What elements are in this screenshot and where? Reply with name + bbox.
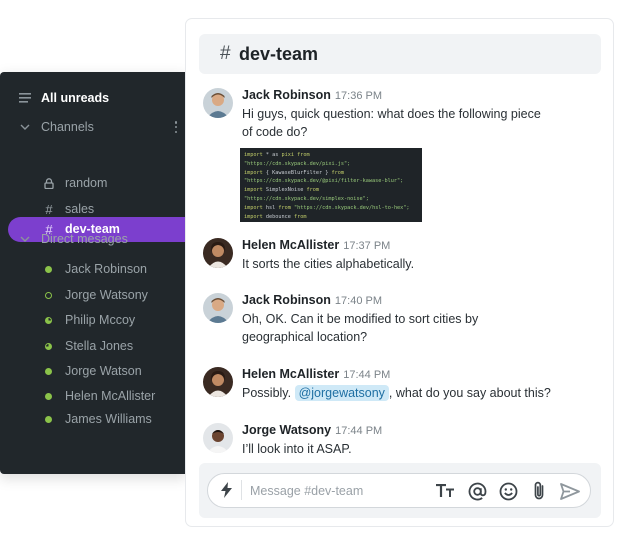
list-icon — [18, 91, 32, 105]
code-line: import hsl from "https://cdn.skypack.dev… — [244, 204, 410, 211]
message-input[interactable] — [250, 480, 430, 501]
direct-messages-section-header[interactable]: Direct mesages — [0, 227, 186, 251]
all-unreads-label: All unreads — [41, 91, 110, 105]
dm-label: Helen McAllister — [65, 389, 156, 403]
online-status-icon — [45, 367, 52, 375]
channel-label: sales — [65, 202, 95, 216]
dm-label: James Williams — [65, 412, 152, 426]
avatar[interactable] — [203, 88, 233, 118]
online-status-icon — [45, 415, 52, 423]
message-author[interactable]: Jorge Watsony 17:44 PM — [242, 423, 382, 437]
more-options-icon[interactable] — [174, 121, 178, 133]
code-line: "https://cdn.skypack.dev/@pixi/filter-ka… — [244, 178, 404, 185]
sidebar: All unreads Channels # dev-team random #… — [0, 72, 186, 474]
composer-divider — [241, 480, 242, 500]
idle-status-icon — [45, 342, 52, 350]
chat-panel: # dev-team Jack Robinson 17:36 PM Hi guys… — [185, 18, 614, 527]
message-time: 17:44 PM — [343, 369, 391, 381]
channel-header: # dev-team — [199, 34, 601, 74]
sidebar-item-dm[interactable]: James Williams — [0, 407, 186, 431]
dm-label: Philip Mccoy — [65, 313, 136, 327]
sidebar-item-dm[interactable]: Jack Robinson — [0, 257, 186, 281]
busy-status-icon — [45, 316, 52, 324]
send-icon[interactable] — [559, 480, 581, 502]
sidebar-item-sales[interactable]: # sales — [0, 197, 186, 221]
user-mention[interactable]: @jorgewatsony — [294, 385, 389, 401]
message-author[interactable]: Helen McAllister 17:37 PM — [242, 238, 390, 252]
hash-icon: # — [45, 201, 53, 217]
message-composer-area — [199, 463, 601, 518]
code-line: import { KawaseBlurFilter } from — [244, 169, 344, 176]
message-time: 17:36 PM — [334, 90, 383, 102]
message-author[interactable]: Helen McAllister 17:44 PM — [242, 367, 390, 381]
sidebar-item-random[interactable]: random — [0, 171, 186, 195]
online-status-icon — [45, 265, 52, 273]
message-text: I’ll look into it ASAP. — [242, 442, 352, 456]
code-line: "https://cdn.skypack.dev/simplex-noise"; — [244, 195, 369, 202]
dm-label: Stella Jones — [65, 339, 134, 353]
sidebar-item-dm[interactable]: Jorge Watsony — [0, 283, 186, 307]
dm-label: Jorge Watsony — [65, 288, 148, 302]
lock-icon — [42, 176, 56, 190]
sidebar-item-dm[interactable]: Jorge Watson — [0, 359, 186, 383]
dm-label: Jack Robinson — [65, 262, 147, 276]
message-author[interactable]: Jack Robinson 17:40 PM — [242, 293, 382, 307]
code-line: "https://cdn.skypack.dev/pixi.js"; — [244, 160, 351, 167]
away-status-icon — [45, 291, 52, 299]
message-time: 17:37 PM — [343, 240, 391, 252]
lightning-icon[interactable] — [216, 480, 236, 500]
channels-label: Channels — [41, 120, 94, 134]
channel-label: random — [65, 176, 108, 190]
direct-messages-label: Direct mesages — [41, 232, 128, 246]
message-author[interactable]: Jack Robinson 17:36 PM — [242, 88, 382, 102]
at-icon[interactable] — [466, 480, 488, 502]
message-text: It sorts the cities alphabetically. — [242, 257, 415, 271]
code-snippet-image: import * as pixi from "https://cdn.skypac… — [240, 148, 422, 222]
sidebar-item-dm[interactable]: Stella Jones — [0, 334, 186, 358]
sidebar-item-dm[interactable]: Philip Mccoy — [0, 308, 186, 332]
code-line: import * as pixi from — [244, 152, 310, 158]
text-format-icon[interactable] — [434, 480, 456, 502]
message-text: Possibly. @jorgewatsony, what do you say… — [242, 385, 551, 401]
code-line: "https://cdn.skypack.dev/debounce"; — [244, 221, 418, 222]
channels-section-header[interactable]: Channels — [0, 115, 186, 139]
attachment-icon[interactable] — [528, 480, 550, 502]
message-time: 17:44 PM — [335, 425, 383, 437]
channel-title: dev-team — [239, 43, 319, 64]
avatar[interactable] — [203, 238, 233, 268]
avatar[interactable] — [203, 423, 233, 453]
hash-icon: # — [220, 43, 231, 64]
sidebar-item-all-unreads[interactable]: All unreads — [0, 86, 186, 110]
message-composer — [207, 473, 591, 508]
message-text: Oh, OK. Can it be modified to sort citie… — [242, 312, 479, 344]
chevron-down-icon[interactable] — [18, 120, 32, 134]
code-line: import SimplexNoise from — [244, 187, 319, 194]
avatar[interactable] — [203, 293, 233, 323]
avatar[interactable] — [203, 367, 233, 397]
message-text: Hi guys, quick question: what does the f… — [242, 107, 541, 139]
online-status-icon — [45, 392, 52, 400]
sidebar-item-dm[interactable]: Helen McAllister — [0, 384, 186, 408]
code-line: import debounce from — [244, 213, 307, 220]
dm-label: Jorge Watson — [65, 364, 142, 378]
message-time: 17:40 PM — [334, 295, 383, 307]
emoji-icon[interactable] — [497, 480, 519, 502]
chevron-down-icon[interactable] — [18, 232, 32, 246]
